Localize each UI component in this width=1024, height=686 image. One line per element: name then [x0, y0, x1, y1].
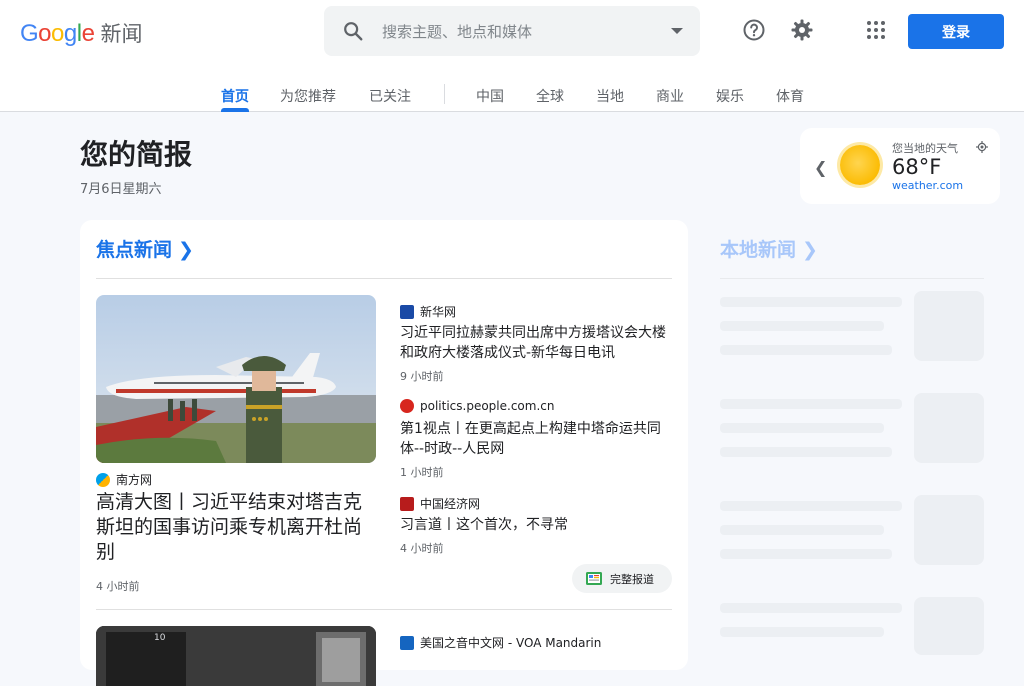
tab-world[interactable]: 全球 [536, 86, 564, 106]
next-story-source-name: 美国之音中文网 - VOA Mandarin [420, 636, 602, 650]
active-tab-indicator [221, 108, 249, 112]
skeleton-thumbnail [914, 291, 984, 361]
chevron-right-icon: ❯ [802, 239, 818, 261]
local-news-heading-text: 本地新闻 [720, 239, 797, 261]
story-headline[interactable]: 习言道丨这个首次，不寻常 [400, 515, 672, 535]
skeleton-line [720, 627, 884, 637]
page-title: 您的简报 [80, 138, 193, 171]
hero-image[interactable] [96, 295, 376, 463]
skeleton-line [720, 399, 902, 409]
story-source-name: politics.people.com.cn [420, 399, 555, 413]
google-news-logo[interactable]: Google 新闻 [20, 18, 142, 48]
tab-entertainment[interactable]: 娱乐 [716, 86, 744, 106]
source-logo-icon [96, 472, 110, 487]
search-placeholder: 搜索主题、地点和媒体 [382, 23, 533, 41]
top-stories-heading-text: 焦点新闻 [96, 239, 173, 261]
briefing-date: 7月6日星期六 [80, 182, 162, 197]
story-headline[interactable]: 习近平同拉赫蒙共同出席中方援塔议会大楼和政府大楼落成仪式-新华每日电讯 [400, 323, 672, 363]
story-time: 4 小时前 [400, 542, 444, 555]
hero-time: 4 小时前 [96, 580, 140, 593]
tab-home[interactable]: 首页 [221, 86, 249, 106]
tab-sports[interactable]: 体育 [776, 86, 804, 106]
tab-divider [444, 84, 445, 104]
weather-widget[interactable]: ❮ 您当地的天气 68°F weather.com [800, 128, 1000, 204]
source-logo-icon [400, 399, 414, 413]
sun-icon [840, 145, 880, 185]
story-source[interactable]: 中国经济网 [400, 495, 480, 512]
apps-grid-icon[interactable] [862, 16, 890, 44]
search-box[interactable]: 搜索主题、地点和媒体 [324, 6, 700, 56]
hero-source-name: 南方网 [116, 473, 153, 487]
weather-label: 您当地的天气 [892, 142, 958, 155]
story-time: 1 小时前 [400, 466, 444, 479]
divider [96, 609, 672, 610]
tab-for-you[interactable]: 为您推荐 [280, 86, 336, 106]
story-source[interactable]: politics.people.com.cn [400, 399, 554, 413]
full-coverage-label: 完整报道 [610, 572, 654, 586]
skeleton-line [720, 345, 892, 355]
svg-text:10: 10 [154, 633, 166, 643]
weather-source-link[interactable]: weather.com [892, 179, 963, 192]
tab-local[interactable]: 当地 [596, 86, 624, 106]
login-button[interactable]: 登录 [908, 14, 1004, 49]
story-source-name: 中国经济网 [420, 497, 481, 511]
chevron-left-icon[interactable]: ❮ [814, 158, 827, 177]
skeleton-thumbnail [914, 393, 984, 463]
story-time: 9 小时前 [400, 370, 444, 383]
top-bar: Google 新闻 搜索主题、地点和媒体 登录 首页 为您推荐 已关注 中国 全… [0, 0, 1024, 112]
gear-icon[interactable] [788, 16, 816, 44]
skeleton-line [720, 321, 884, 331]
top-stories-heading[interactable]: 焦点新闻 ❯ [96, 235, 194, 262]
hero-headline[interactable]: 高清大图丨习近平结束对塔吉克斯坦的国事访问乘专机离开杜尚别 [96, 490, 380, 565]
help-icon[interactable] [740, 16, 768, 44]
skeleton-line [720, 447, 892, 457]
next-story-source[interactable]: 美国之音中文网 - VOA Mandarin [400, 634, 601, 651]
section-tabs: 首页 为您推荐 已关注 中国 全球 当地 商业 娱乐 体育 [0, 82, 1024, 112]
hero-source[interactable]: 南方网 [96, 471, 152, 488]
skeleton-line [720, 603, 902, 613]
divider [96, 278, 672, 279]
tab-following[interactable]: 已关注 [369, 86, 411, 106]
next-story-image[interactable]: 10 [96, 626, 376, 686]
tab-business[interactable]: 商业 [656, 86, 684, 106]
full-coverage-button[interactable]: 完整报道 [572, 564, 672, 593]
story-source-name: 新华网 [420, 305, 457, 319]
divider [720, 278, 984, 279]
skeleton-line [720, 525, 884, 535]
skeleton-line [720, 423, 884, 433]
top-stories-card: 焦点新闻 ❯ 南方网 高清大图丨习近平结束对塔吉克斯坦的国事访问乘专机离开杜尚别… [80, 220, 688, 686]
skeleton-thumbnail [914, 597, 984, 655]
story-headline[interactable]: 第1视点丨在更高起点上构建中塔命运共同体--时政--人民网 [400, 419, 672, 459]
local-news-heading[interactable]: 本地新闻 ❯ [720, 235, 818, 262]
skeleton-line [720, 549, 892, 559]
logo-suffix: 新闻 [100, 22, 143, 46]
tab-china[interactable]: 中国 [476, 86, 504, 106]
skeleton-thumbnail [914, 495, 984, 565]
chevron-right-icon: ❯ [178, 239, 194, 261]
source-logo-icon [400, 496, 414, 511]
search-icon [344, 22, 363, 41]
google-wordmark: Google [20, 20, 95, 47]
weather-temperature: 68°F [892, 155, 942, 179]
source-logo-icon [400, 304, 414, 319]
skeleton-line [720, 297, 902, 307]
location-icon[interactable] [976, 141, 988, 153]
chevron-down-icon[interactable] [671, 28, 683, 34]
story-source[interactable]: 新华网 [400, 303, 456, 320]
skeleton-line [720, 501, 902, 511]
source-logo-icon [400, 635, 414, 650]
full-coverage-icon [586, 572, 602, 585]
